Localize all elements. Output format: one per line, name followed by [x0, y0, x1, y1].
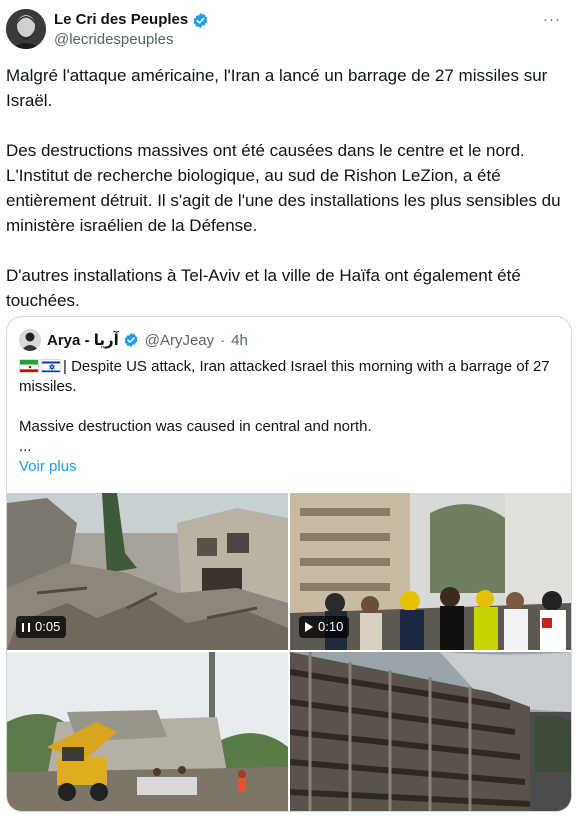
israel-flag-icon: [41, 359, 61, 373]
quoted-author-avatar[interactable]: [19, 329, 41, 351]
quoted-line-1: | Despite US attack, Iran attacked Israe…: [19, 357, 559, 397]
media-image-1[interactable]: [7, 652, 288, 811]
quoted-line-1-text: | Despite US attack, Iran attacked Israe…: [19, 358, 550, 395]
more-options-icon[interactable]: ···: [542, 10, 562, 30]
video-duration: 0:05: [35, 619, 61, 634]
quoted-tweet-header: Arya - آریا @AryJeay · 4h: [19, 329, 248, 351]
tweet-header: Le Cri des Peuples @lecridespeuples ···: [6, 8, 570, 52]
quoted-author-name[interactable]: Arya - آریا: [47, 331, 119, 349]
tweet-paragraph: Malgré l'attaque américaine, l'Iran a la…: [6, 66, 548, 110]
author-name-text: Le Cri des Peuples: [54, 11, 189, 28]
author-name[interactable]: Le Cri des Peuples: [54, 11, 209, 29]
tweet-paragraph: Des destructions massives ont été causée…: [6, 141, 561, 235]
quoted-line-2: Massive destruction was caused in centra…: [19, 418, 372, 435]
quoted-tweet[interactable]: Arya - آریا @AryJeay · 4h | Despite US a…: [6, 316, 572, 812]
tweet-text: Malgré l'attaque américaine, l'Iran a la…: [6, 63, 566, 313]
video-duration: 0:10: [318, 619, 344, 634]
verified-badge-icon: [124, 333, 138, 347]
video-duration-badge[interactable]: 0:05: [16, 616, 67, 638]
tweet-paragraph: D'autres installations à Tel-Aviv et la …: [6, 266, 521, 310]
quoted-tweet-text: | Despite US attack, Iran attacked Israe…: [19, 357, 559, 477]
author-avatar[interactable]: [6, 9, 46, 49]
verified-badge-icon: [193, 12, 208, 28]
media-grid: 0:05 0:10: [7, 493, 571, 811]
video-duration-badge[interactable]: 0:10: [299, 616, 350, 638]
media-image-2[interactable]: [290, 652, 571, 811]
quoted-tweet-time[interactable]: 4h: [231, 332, 248, 349]
pause-icon[interactable]: [22, 622, 30, 632]
play-icon[interactable]: [305, 622, 313, 632]
iran-flag-icon: [19, 359, 39, 373]
quoted-author-handle[interactable]: @AryJeay: [145, 332, 214, 349]
media-video-2[interactable]: 0:10: [290, 493, 571, 650]
dot-separator: ·: [220, 331, 226, 349]
see-more-link[interactable]: Voir plus: [19, 457, 559, 477]
quoted-ellipsis: ...: [19, 438, 32, 455]
media-video-1[interactable]: 0:05: [7, 493, 288, 650]
author-handle[interactable]: @lecridespeuples: [54, 31, 173, 49]
